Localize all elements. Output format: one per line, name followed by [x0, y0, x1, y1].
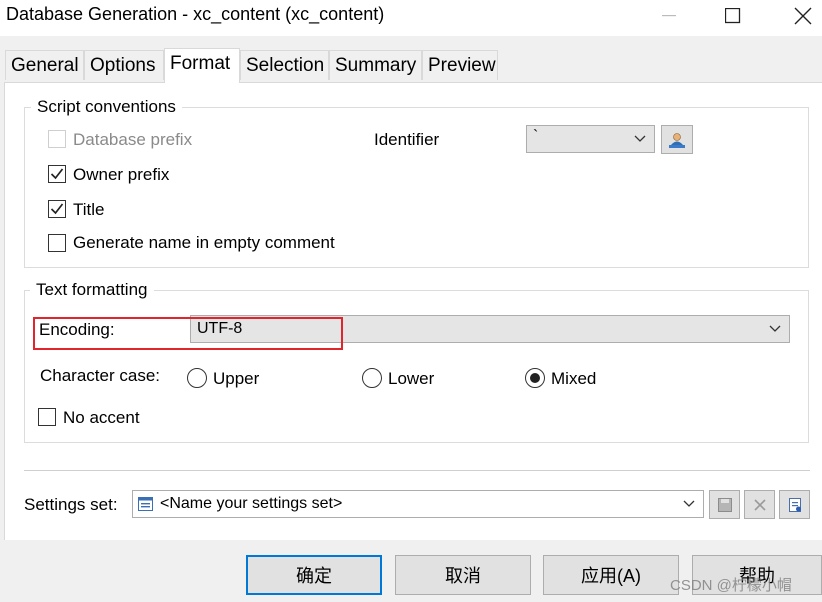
database-prefix-label: Database prefix	[73, 130, 193, 149]
tab-label: Preview	[428, 55, 496, 76]
tab-label: General	[11, 55, 79, 76]
case-lower-label: Lower	[388, 369, 435, 388]
case-upper-radio[interactable]	[187, 368, 207, 388]
save-settings-button[interactable]	[709, 490, 740, 519]
user-properties-icon	[669, 132, 685, 148]
character-case-label: Character case:	[40, 366, 160, 385]
watermark-text: CSDN @柠檬小帽	[670, 577, 792, 594]
maximize-button[interactable]	[710, 0, 756, 32]
close-button[interactable]	[780, 0, 822, 32]
properties-icon	[788, 497, 801, 512]
database-prefix-checkbox[interactable]	[48, 130, 66, 148]
settings-set-select[interactable]: <Name your settings set>	[132, 490, 704, 518]
text-formatting-legend: Text formatting	[30, 280, 154, 300]
ok-button[interactable]: 确定	[246, 555, 382, 595]
generate-name-checkbox[interactable]	[48, 234, 66, 252]
radio-selected-dot	[530, 373, 540, 383]
identifier-label: Identifier	[374, 130, 440, 149]
generate-name-label: Generate name in empty comment	[73, 233, 335, 252]
case-mixed-radio[interactable]	[525, 368, 545, 388]
tab-general[interactable]: General	[5, 50, 84, 80]
identifier-select[interactable]: `	[526, 125, 655, 153]
tab-label: Summary	[335, 55, 417, 76]
settings-properties-button[interactable]	[779, 490, 810, 519]
script-conventions-legend: Script conventions	[31, 97, 182, 117]
settings-set-value: <Name your settings set>	[160, 495, 343, 512]
title-bar: Database Generation - xc_content (xc_con…	[0, 0, 822, 36]
save-icon	[717, 497, 732, 512]
tab-summary[interactable]: Summary	[329, 50, 422, 80]
separator	[24, 470, 810, 471]
identifier-properties-button[interactable]	[661, 125, 693, 154]
close-icon	[794, 7, 812, 25]
window-title: Database Generation - xc_content (xc_con…	[6, 4, 385, 24]
ok-label: 确定	[296, 566, 332, 586]
settings-list-icon	[138, 497, 153, 511]
case-mixed-label: Mixed	[551, 369, 597, 388]
tab-selection[interactable]: Selection	[240, 50, 329, 80]
no-accent-checkbox[interactable]	[38, 408, 56, 426]
apply-label: 应用(A)	[581, 566, 641, 586]
tab-format[interactable]: Format	[164, 48, 240, 83]
owner-prefix-label: Owner prefix	[73, 165, 170, 184]
cancel-label: 取消	[445, 566, 481, 586]
tab-label: Selection	[246, 55, 325, 76]
tab-options[interactable]: Options	[84, 50, 164, 80]
title-checkbox[interactable]	[48, 200, 66, 218]
owner-prefix-checkbox[interactable]	[48, 165, 66, 183]
tab-label: Format	[170, 53, 231, 74]
title-label: Title	[73, 200, 105, 219]
apply-button[interactable]: 应用(A)	[543, 555, 679, 595]
cancel-button[interactable]: 取消	[395, 555, 531, 595]
tab-label: Options	[90, 55, 156, 76]
chevron-down-icon	[683, 500, 695, 507]
maximize-icon	[725, 8, 741, 24]
delete-settings-button[interactable]	[744, 490, 775, 519]
minimize-button[interactable]	[646, 0, 692, 32]
no-accent-label: No accent	[63, 408, 140, 427]
identifier-value: `	[533, 128, 539, 145]
chevron-down-icon	[634, 135, 646, 142]
case-upper-label: Upper	[213, 369, 260, 388]
settings-set-label: Settings set:	[24, 495, 118, 514]
tab-preview[interactable]: Preview	[422, 50, 498, 80]
encoding-highlight-box	[33, 317, 343, 350]
delete-icon	[753, 498, 766, 511]
case-lower-radio[interactable]	[362, 368, 382, 388]
checkmark-icon	[50, 168, 64, 180]
checkmark-icon	[50, 203, 64, 215]
chevron-down-icon	[769, 325, 781, 332]
minimize-icon	[662, 15, 676, 17]
